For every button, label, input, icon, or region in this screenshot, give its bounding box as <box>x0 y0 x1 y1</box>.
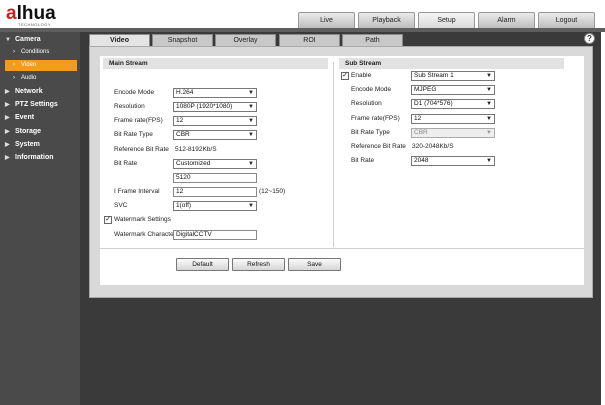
chevron-down-icon: ▼ <box>486 130 492 136</box>
main-bit-rate-label: Bit Rate <box>114 160 138 167</box>
sidebar-item-audio[interactable]: › Audio <box>0 73 80 84</box>
brand-logo: alhua TECHNOLOGY <box>6 3 86 29</box>
main-svc-label: SVC <box>114 202 128 209</box>
main-i-frame-interval-range: (12~150) <box>259 188 286 195</box>
main-frame-rate-select[interactable]: 12 ▼ <box>173 116 257 126</box>
sub-reference-bit-rate-label: Reference Bit Rate <box>351 143 406 150</box>
tab-roi[interactable]: ROI <box>279 34 340 46</box>
main-bit-rate-type-label: Bit Rate Type <box>114 131 153 138</box>
sidebar-item-storage[interactable]: ▶ Storage <box>0 126 80 138</box>
main-bit-rate-type-select[interactable]: CBR ▼ <box>173 130 257 140</box>
tab-video[interactable]: Video <box>89 34 150 46</box>
chevron-down-icon: ▼ <box>248 203 254 209</box>
main-bit-rate-custom-input[interactable]: 5120 <box>173 173 257 183</box>
save-button[interactable]: Save <box>288 258 341 271</box>
sub-bit-rate-type-select: CBR ▼ <box>411 128 495 138</box>
sub-stream-enable-checkbox[interactable]: ✓ <box>341 72 349 80</box>
main-resolution-select[interactable]: 1080P (1920*1080) ▼ <box>173 102 257 112</box>
triangle-right-icon: ▶ <box>5 129 10 135</box>
header-divider <box>0 28 605 32</box>
tab-live[interactable]: Live <box>298 12 355 28</box>
watermark-character-input[interactable]: DigitalCCTV <box>173 230 257 240</box>
main-stream-header: Main Stream <box>103 58 328 69</box>
main-reference-bit-rate-label: Reference Bit Rate <box>114 146 169 153</box>
triangle-right-icon: ▶ <box>5 102 10 108</box>
tab-logout[interactable]: Logout <box>538 12 595 28</box>
chevron-down-icon: ▼ <box>486 101 492 107</box>
main-i-frame-interval-input[interactable]: 12 <box>173 187 257 197</box>
triangle-right-icon: ▶ <box>5 155 10 161</box>
sub-resolution-label: Resolution <box>351 100 382 107</box>
sub-reference-bit-rate-value: 320-2048Kb/S <box>412 143 454 150</box>
watermark-settings-checkbox[interactable]: ✓ <box>104 216 112 224</box>
chevron-right-icon: › <box>13 49 15 55</box>
sidebar-item-camera[interactable]: ▼ Camera <box>0 34 80 46</box>
watermark-character-label: Watermark Character <box>114 231 176 238</box>
sub-encode-mode-label: Encode Mode <box>351 86 392 93</box>
button-row-divider <box>100 248 584 249</box>
sub-stream-select[interactable]: Sub Stream 1 ▼ <box>411 71 495 81</box>
right-edge <box>601 32 605 405</box>
chevron-down-icon: ▼ <box>486 87 492 93</box>
logo-tagline: TECHNOLOGY <box>18 22 52 27</box>
chevron-down-icon: ▼ <box>486 158 492 164</box>
main-svc-select[interactable]: 1(off) ▼ <box>173 201 257 211</box>
sidebar-item-system[interactable]: ▶ System <box>0 139 80 151</box>
sidebar-item-conditions[interactable]: › Conditions <box>0 47 80 58</box>
sidebar-item-network[interactable]: ▶ Network <box>0 86 80 98</box>
main-encode-mode-label: Encode Mode <box>114 89 155 96</box>
sub-stream-enable-label: Enable <box>351 72 372 79</box>
sidebar-item-ptz-settings[interactable]: ▶ PTZ Settings <box>0 99 80 111</box>
refresh-button[interactable]: Refresh <box>232 258 285 271</box>
sidebar-item-video[interactable]: › Video <box>5 60 77 71</box>
sub-frame-rate-label: Frame rate(FPS) <box>351 115 400 122</box>
tab-playback[interactable]: Playback <box>358 12 415 28</box>
triangle-right-icon: ▶ <box>5 89 10 95</box>
chevron-down-icon: ▼ <box>248 104 254 110</box>
tab-alarm[interactable]: Alarm <box>478 12 535 28</box>
sub-bit-rate-type-label: Bit Rate Type <box>351 129 390 136</box>
chevron-down-icon: ▼ <box>248 132 254 138</box>
sidebar-item-information[interactable]: ▶ Information <box>0 152 80 164</box>
main-encode-mode-select[interactable]: H.264 ▼ <box>173 88 257 98</box>
column-divider <box>333 62 334 247</box>
chevron-down-icon: ▼ <box>486 73 492 79</box>
default-button[interactable]: Default <box>176 258 229 271</box>
tab-setup[interactable]: Setup <box>418 12 475 28</box>
chevron-down-icon: ▼ <box>248 90 254 96</box>
main-bit-rate-select[interactable]: Customized ▼ <box>173 159 257 169</box>
tab-path[interactable]: Path <box>342 34 403 46</box>
watermark-settings-label: Watermark Settings <box>114 216 171 223</box>
chevron-down-icon: ▼ <box>486 116 492 122</box>
chevron-down-icon: ▼ <box>248 161 254 167</box>
triangle-right-icon: ▶ <box>5 142 10 148</box>
main-frame-rate-label: Frame rate(FPS) <box>114 117 163 124</box>
sidebar-item-event[interactable]: ▶ Event <box>0 112 80 124</box>
chevron-down-icon: ▼ <box>248 118 254 124</box>
sub-frame-rate-select[interactable]: 12 ▼ <box>411 114 495 124</box>
sub-bit-rate-label: Bit Rate <box>351 157 375 164</box>
sub-encode-mode-select[interactable]: MJPEG ▼ <box>411 85 495 95</box>
sub-resolution-select[interactable]: D1 (704*576) ▼ <box>411 99 495 109</box>
help-icon[interactable]: ? <box>584 33 595 44</box>
chevron-right-icon: › <box>13 75 15 81</box>
sub-bit-rate-select[interactable]: 2048 ▼ <box>411 156 495 166</box>
main-reference-bit-rate-value: 512-8192Kb/S <box>175 146 217 153</box>
main-i-frame-interval-label: I Frame Interval <box>114 188 160 195</box>
triangle-right-icon: ▶ <box>5 115 10 121</box>
chevron-right-icon: › <box>13 62 15 68</box>
triangle-down-icon: ▼ <box>5 37 11 43</box>
sub-stream-header: Sub Stream <box>339 58 564 69</box>
main-resolution-label: Resolution <box>114 103 145 110</box>
tab-overlay[interactable]: Overlay <box>215 34 276 46</box>
tab-snapshot[interactable]: Snapshot <box>152 34 213 46</box>
